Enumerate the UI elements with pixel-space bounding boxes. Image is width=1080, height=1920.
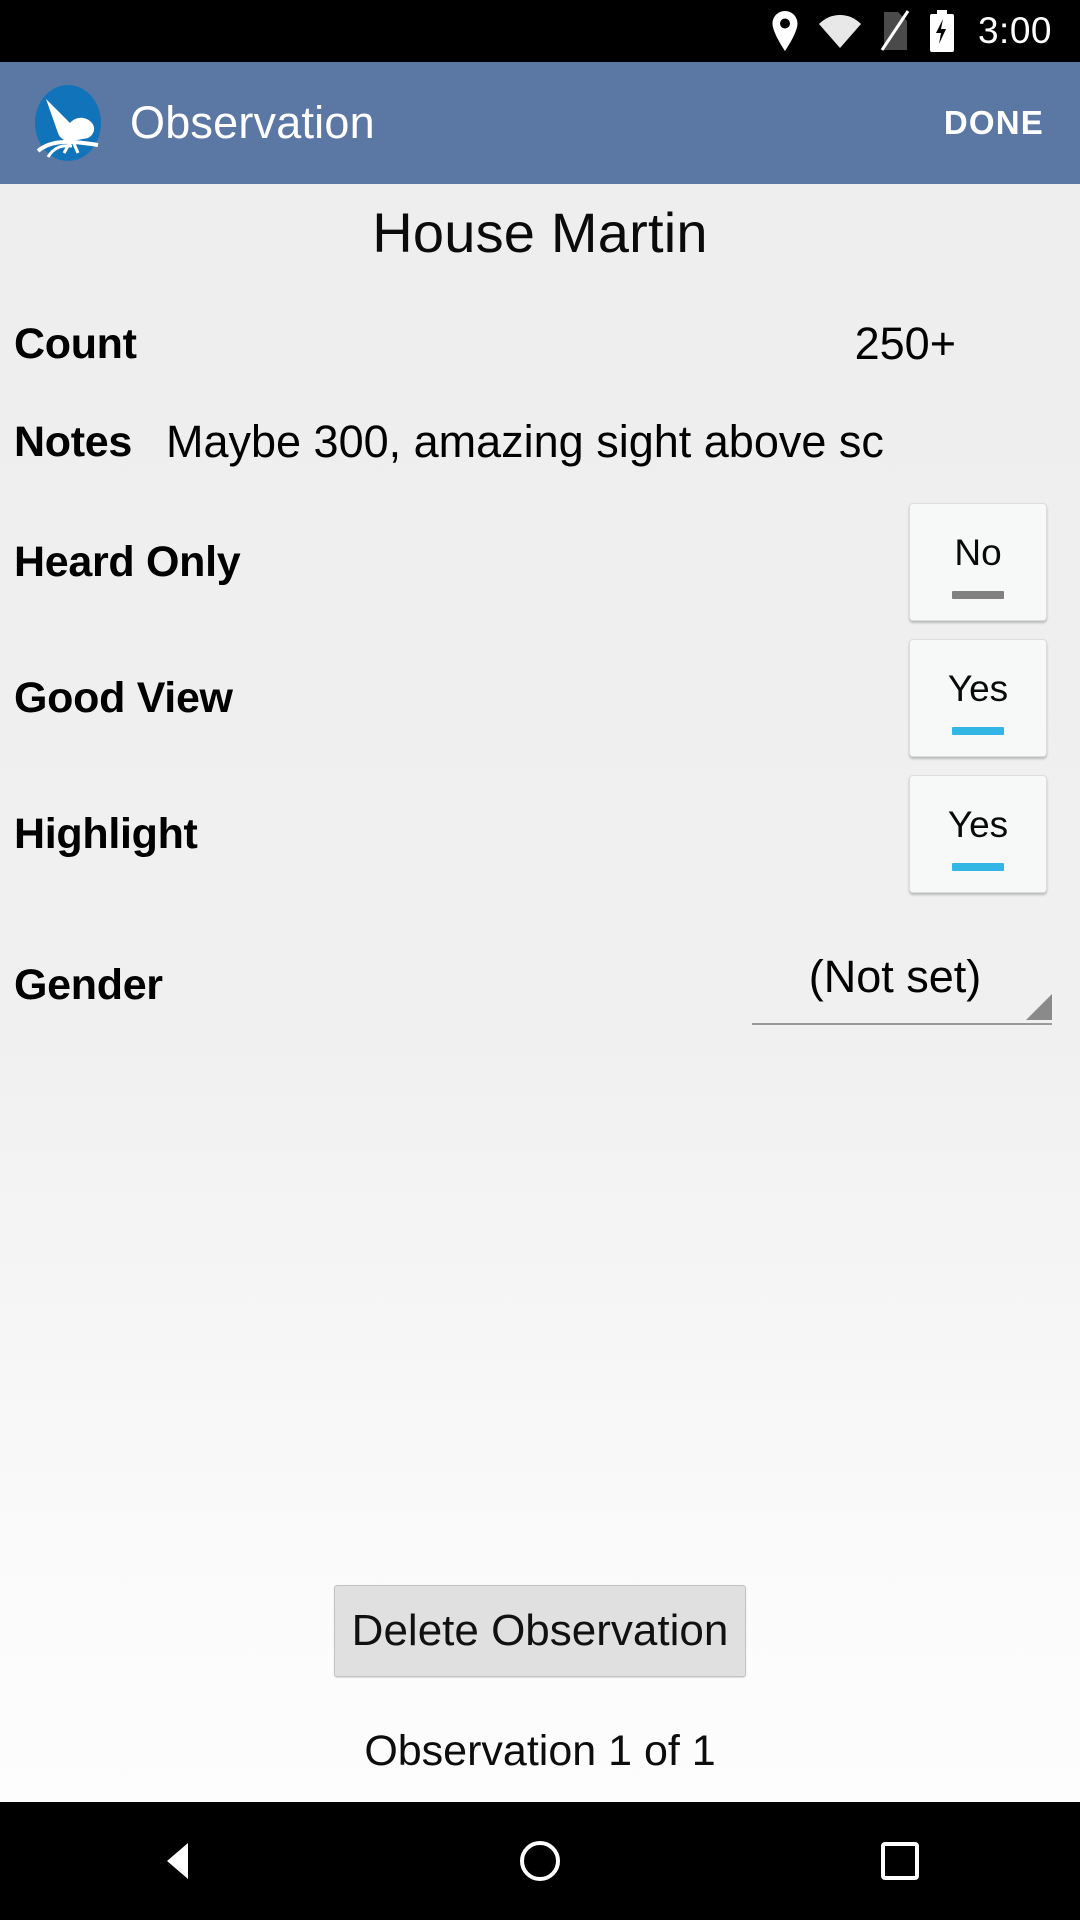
status-bar: 3:00 — [0, 0, 1080, 62]
good-view-indicator — [952, 727, 1004, 735]
field-row-count[interactable]: Count 250+ — [0, 301, 1080, 387]
highlight-toggle[interactable]: Yes — [909, 775, 1047, 893]
observation-form: House Martin Count 250+ Notes Maybe 300,… — [0, 184, 1080, 1802]
heard-only-label: Heard Only — [14, 537, 241, 586]
location-pin-icon — [770, 11, 800, 51]
field-row-highlight: Highlight Yes — [0, 775, 1080, 893]
gender-label: Gender — [14, 961, 163, 1009]
species-title: House Martin — [372, 201, 708, 264]
observation-counter: Observation 1 of 1 — [364, 1727, 716, 1775]
highlight-label: Highlight — [14, 809, 198, 858]
notes-value[interactable]: Maybe 300, amazing sight above sc — [166, 416, 1066, 468]
app-bar: Observation DONE — [0, 62, 1080, 184]
bird-logo-icon — [28, 83, 108, 163]
field-row-notes[interactable]: Notes Maybe 300, amazing sight above sc — [0, 399, 1080, 485]
gender-spinner[interactable]: (Not set) — [752, 935, 1052, 1025]
field-row-gender: Gender (Not set) — [0, 935, 1080, 1055]
notes-label: Notes — [14, 417, 132, 466]
count-label: Count — [14, 319, 137, 368]
field-row-heard-only: Heard Only No — [0, 503, 1080, 621]
app-bar-title: Observation — [130, 97, 375, 148]
highlight-value: Yes — [947, 804, 1009, 845]
delete-observation-button[interactable]: Delete Observation — [334, 1585, 746, 1677]
heard-only-indicator — [952, 591, 1004, 599]
good-view-toggle[interactable]: Yes — [909, 639, 1047, 757]
nav-back-button[interactable] — [110, 1802, 250, 1920]
android-screen: 3:00 Observation DONE House Martin Count… — [0, 0, 1080, 1920]
form-footer: Delete Observation Observation 1 of 1 — [0, 1585, 1080, 1802]
heard-only-value: No — [954, 532, 1002, 573]
battery-charging-icon — [928, 10, 956, 52]
highlight-indicator — [952, 863, 1004, 871]
spinner-triangle-icon — [1026, 994, 1052, 1020]
good-view-value: Yes — [947, 668, 1009, 709]
done-button[interactable]: DONE — [934, 90, 1054, 156]
nav-recents-button[interactable] — [830, 1802, 970, 1920]
heard-only-toggle[interactable]: No — [909, 503, 1047, 621]
android-nav-bar — [0, 1802, 1080, 1920]
sim-card-off-icon — [880, 10, 910, 52]
count-value[interactable]: 250+ — [855, 318, 956, 370]
wifi-icon — [818, 13, 862, 49]
status-bar-clock: 3:00 — [977, 10, 1052, 51]
nav-home-button[interactable] — [470, 1802, 610, 1920]
good-view-label: Good View — [14, 673, 233, 722]
gender-value: (Not set) — [808, 951, 982, 1002]
field-row-good-view: Good View Yes — [0, 639, 1080, 757]
